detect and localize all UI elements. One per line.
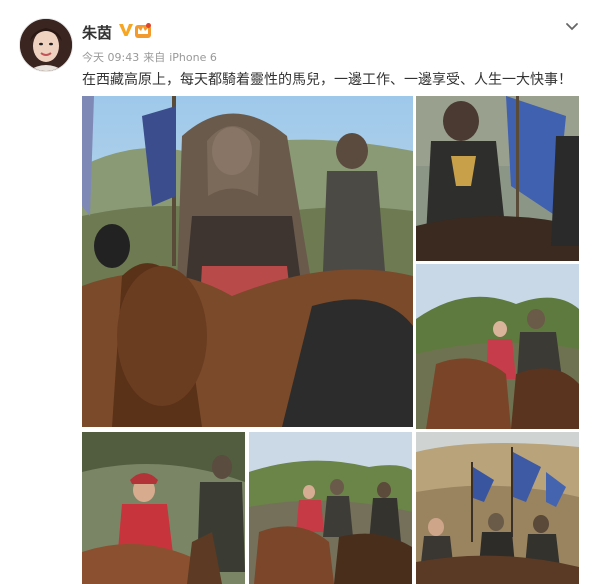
woman-riding-horse-photo[interactable] — [82, 96, 413, 427]
post-text: 在西藏高原上，每天都騎着靈性的馬兒，一邊工作、一邊享受、人生一大快事！ — [82, 72, 572, 88]
post-time[interactable]: 今天 09:43 — [82, 51, 139, 64]
woman-red-costume-photo[interactable] — [82, 432, 245, 584]
weibo-post-card: 朱茵 今天 09:43 来自 iPhone 6 在西藏高原上，每天都騎着靈性的馬兒，… — [0, 0, 601, 584]
author-avatar[interactable] — [19, 18, 73, 72]
armored-rider-flags-photo[interactable] — [416, 96, 579, 261]
post-meta: 今天 09:43 来自 iPhone 6 — [82, 49, 221, 65]
post-source[interactable]: iPhone 6 — [169, 51, 217, 64]
post-source-prefix: 来自 — [143, 51, 166, 64]
author-name[interactable]: 朱茵 — [82, 22, 112, 43]
vip-crown-icon[interactable] — [134, 22, 152, 40]
verified-v-icon — [119, 24, 133, 36]
chevron-down-icon[interactable] — [562, 16, 582, 36]
cavalry-banners-photo[interactable] — [416, 432, 579, 584]
riders-mountain-photo[interactable] — [416, 264, 579, 429]
group-riders-valley-photo[interactable] — [249, 432, 412, 584]
